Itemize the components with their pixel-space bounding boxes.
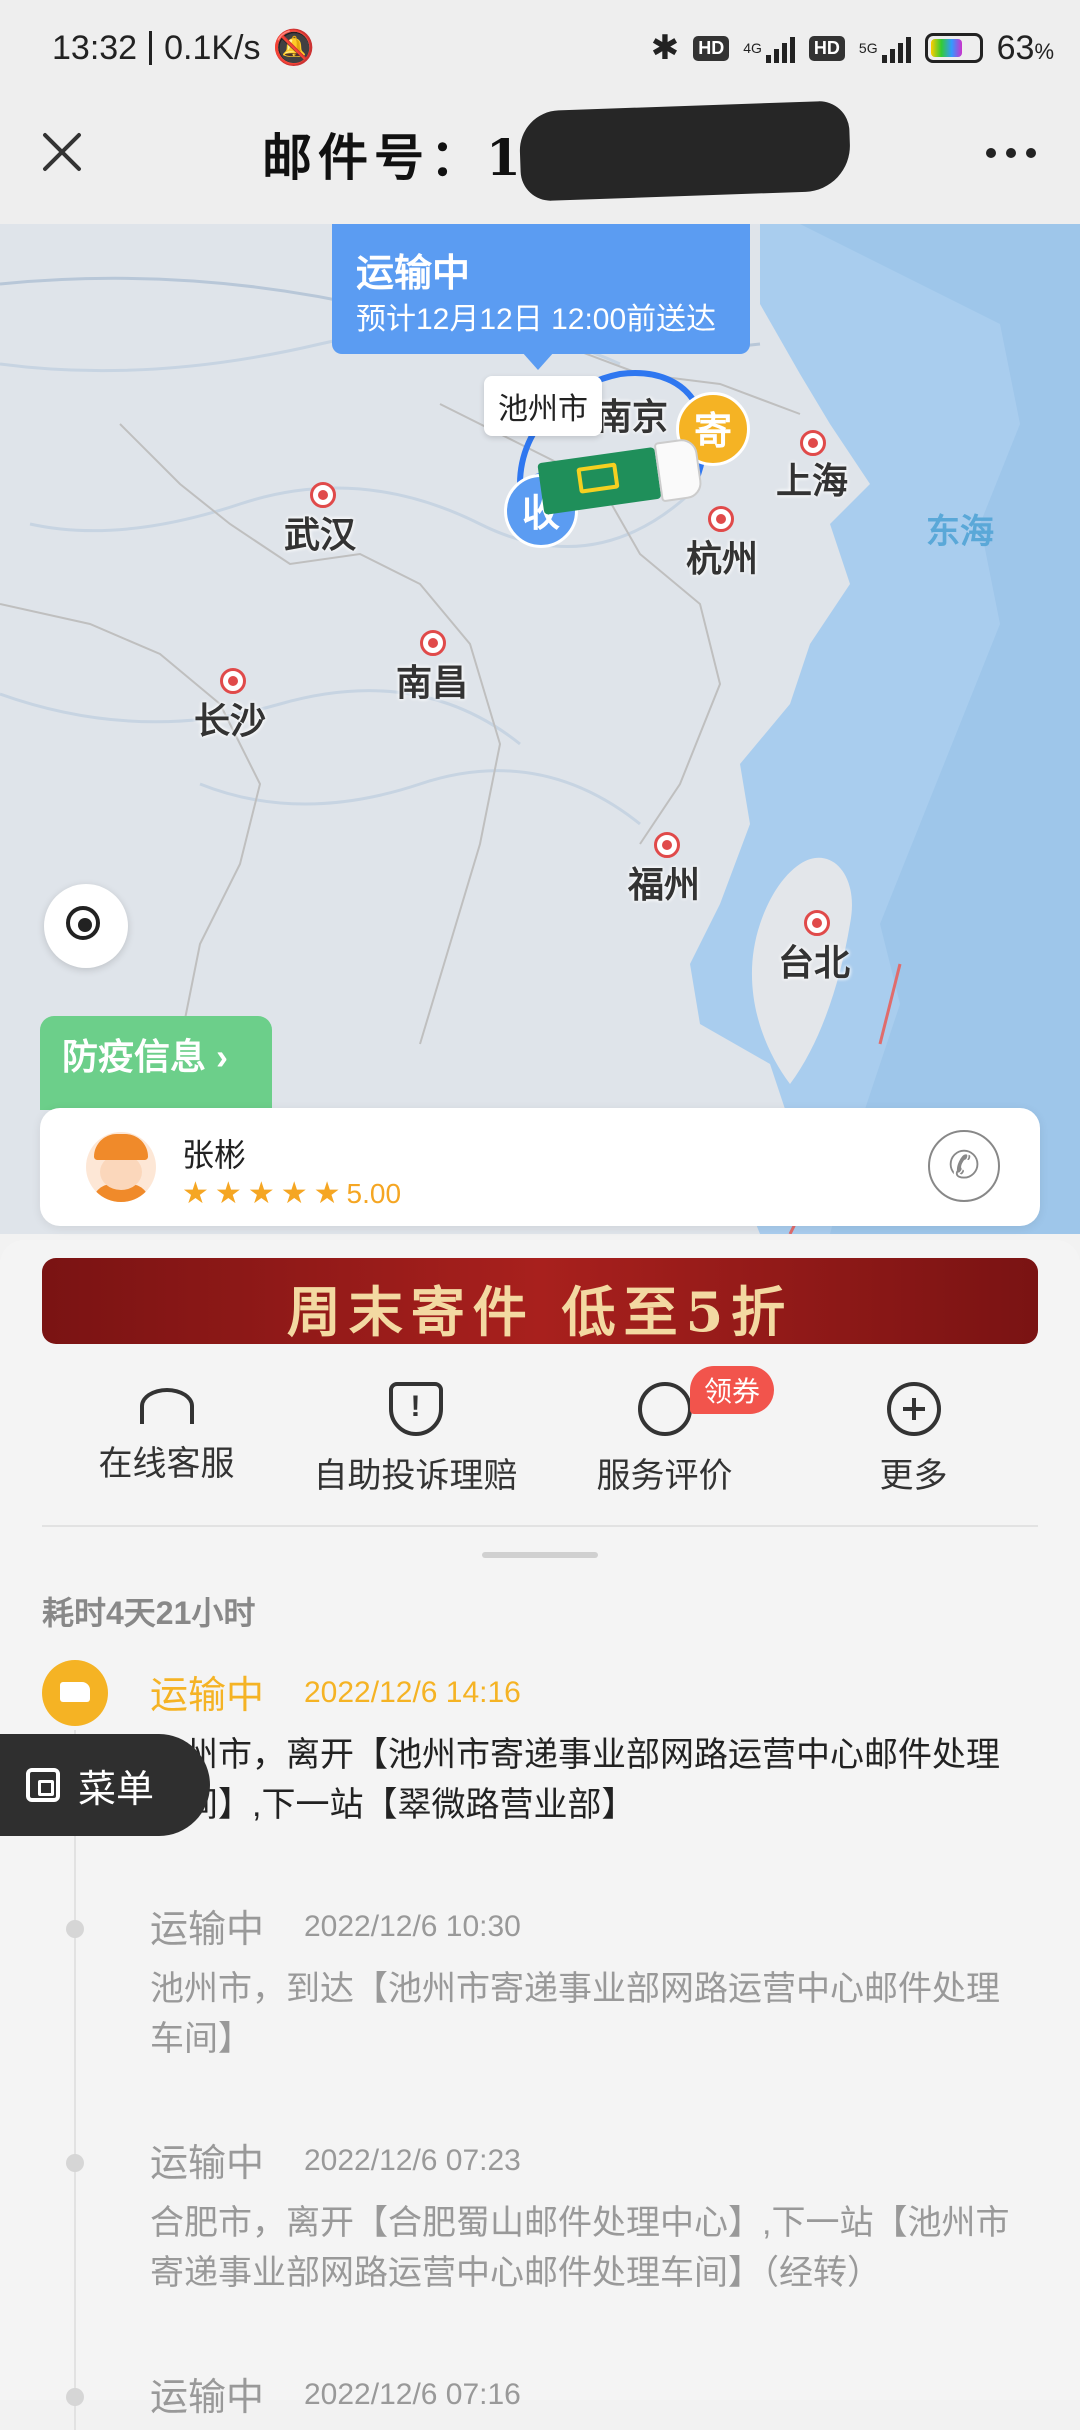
courier-card: 张彬 ★ ★ ★ ★ ★ 5.00 ✆ <box>40 1108 1040 1226</box>
city-label: 台北 <box>778 942 851 983</box>
divider <box>42 1525 1038 1527</box>
city-label: 杭州 <box>686 538 759 579</box>
sheet-drag-handle[interactable] <box>482 1552 598 1558</box>
status-right: ✱ HD 4G HD 5G 63% <box>651 28 1054 68</box>
courier-name: 张彬 <box>182 1137 247 1173</box>
courier-avatar <box>86 1132 156 1202</box>
estimated-delivery: 预计12月12日 12:00前送达 <box>356 303 717 336</box>
more-options-icon[interactable] <box>986 148 1036 158</box>
hd-badge-2: HD <box>808 35 845 61</box>
timeline-dot <box>66 2388 84 2406</box>
network-type-2: 5G <box>858 40 878 56</box>
truck-status-icon <box>42 1660 108 1726</box>
city-pin-wuhan <box>310 482 336 508</box>
service-label: 在线客服 <box>98 1445 235 1483</box>
timeline-desc: 池州市，到达【池州市寄递事业部网路运营中心邮件处理车间】 <box>150 1970 1000 2058</box>
service-more[interactable]: 更多 <box>789 1370 1038 1500</box>
shipment-status-bubble: 运输中 预计12月12日 12:00前送达 <box>332 224 750 370</box>
service-label: 更多 <box>879 1457 948 1495</box>
service-label: 自助投诉理赔 <box>313 1457 518 1495</box>
star-icon: ★ <box>280 1177 308 1210</box>
city-pin-fuzhou <box>654 832 680 858</box>
star-icon: ★ <box>214 1177 242 1210</box>
timeline-status: 运输中 <box>150 1909 265 1951</box>
timeline-time: 2022/12/6 10:30 <box>304 1910 521 1943</box>
transit-duration: 耗时4天21小时 <box>42 1595 256 1631</box>
menu-label: 菜单 <box>78 1768 155 1811</box>
shipment-status: 运输中 <box>356 253 471 295</box>
signal-icon-2 <box>881 33 911 63</box>
courier-rating: ★ ★ ★ ★ ★ 5.00 <box>182 1178 401 1210</box>
service-label: 服务评价 <box>596 1457 733 1495</box>
timeline-status: 运输中 <box>150 2143 265 2185</box>
city-pin-changsha <box>220 668 246 694</box>
star-icon: ★ <box>247 1177 275 1210</box>
promo-banner-text: 周末寄件 低至5折 <box>286 1280 794 1344</box>
city-pin-hangzhou <box>708 506 734 532</box>
plus-circle-icon <box>886 1382 941 1436</box>
status-separator <box>149 31 153 65</box>
battery-icon <box>924 33 983 63</box>
sea-label: 东海 <box>926 513 994 551</box>
city-label: 上海 <box>776 460 849 501</box>
coupon-badge: 领券 <box>690 1366 775 1414</box>
locate-icon[interactable] <box>44 884 128 968</box>
map-view[interactable]: 上海 杭州 武汉 南昌 长沙 福州 台北 南京 东海 运输中 预计12月12日 … <box>0 224 1080 1234</box>
redaction-mark <box>518 100 852 202</box>
shield-alert-icon <box>388 1382 443 1436</box>
floating-menu-button[interactable]: 菜单 <box>0 1734 210 1836</box>
rating-icon <box>637 1382 692 1436</box>
battery-level: 63% <box>996 28 1054 67</box>
timeline-time: 2022/12/6 07:23 <box>304 2144 521 2177</box>
timeline-dot <box>66 2154 84 2172</box>
service-complaint-claim[interactable]: 自助投诉理赔 <box>291 1370 540 1500</box>
close-icon[interactable] <box>32 122 92 182</box>
phone-icon[interactable]: ✆ <box>928 1130 1000 1202</box>
hd-badge: HD <box>693 35 730 61</box>
epidemic-info-button[interactable]: 防疫信息 › <box>40 1016 272 1110</box>
mute-bell-icon: 🔕 <box>272 29 315 67</box>
timeline-dot <box>66 1920 84 1938</box>
network-speed: 0.1K/s <box>164 28 261 67</box>
bluetooth-icon: ✱ <box>650 29 680 67</box>
city-label: 长沙 <box>194 700 267 741</box>
star-icon: ★ <box>182 1177 209 1210</box>
service-rating[interactable]: 服务评价 领券 <box>540 1366 789 1500</box>
timeline-desc: 合肥市，离开【合肥蜀山邮件处理中心】,下一站【池州市寄递事业部网路运营中心邮件处… <box>150 2204 1010 2292</box>
timeline-status: 运输中 <box>150 2377 265 2419</box>
star-icon: ★ <box>313 1177 341 1210</box>
city-pin-taipei <box>804 910 830 936</box>
timeline-time: 2022/12/6 14:16 <box>304 1676 521 1709</box>
status-bar: 13:32 0.1K/s 🔕 ✱ HD 4G HD 5G 63% <box>0 0 1080 100</box>
signal-icon <box>765 33 795 63</box>
menu-icon <box>26 1768 60 1802</box>
city-label: 南昌 <box>396 662 469 703</box>
status-left: 13:32 0.1K/s 🔕 <box>52 28 315 68</box>
city-label: 福州 <box>628 864 701 905</box>
headset-icon <box>139 1388 194 1424</box>
network-type: 4G <box>743 40 762 56</box>
clock: 13:32 <box>52 28 138 67</box>
rating-value: 5.00 <box>346 1178 402 1209</box>
current-location-label: 池州市 <box>484 376 602 436</box>
promo-banner[interactable]: 周末寄件 低至5折 <box>42 1258 1038 1344</box>
city-label: 南京 <box>596 396 669 437</box>
service-shortcuts: 在线客服 自助投诉理赔 服务评价 领券 更多 <box>42 1366 1038 1500</box>
title-bar: 邮件号：12 <box>0 100 1080 224</box>
timeline-time: 2022/12/6 07:16 <box>304 2378 521 2411</box>
timeline-desc: 池州市，离开【池州市寄递事业部网路运营中心邮件处理车间】,下一站【翠微路营业部】 <box>150 1736 1000 1824</box>
service-online-support[interactable]: 在线客服 <box>42 1370 291 1500</box>
city-pin-nanchang <box>420 630 446 656</box>
timeline-status: 运输中 <box>150 1675 265 1717</box>
city-label: 武汉 <box>284 514 357 555</box>
